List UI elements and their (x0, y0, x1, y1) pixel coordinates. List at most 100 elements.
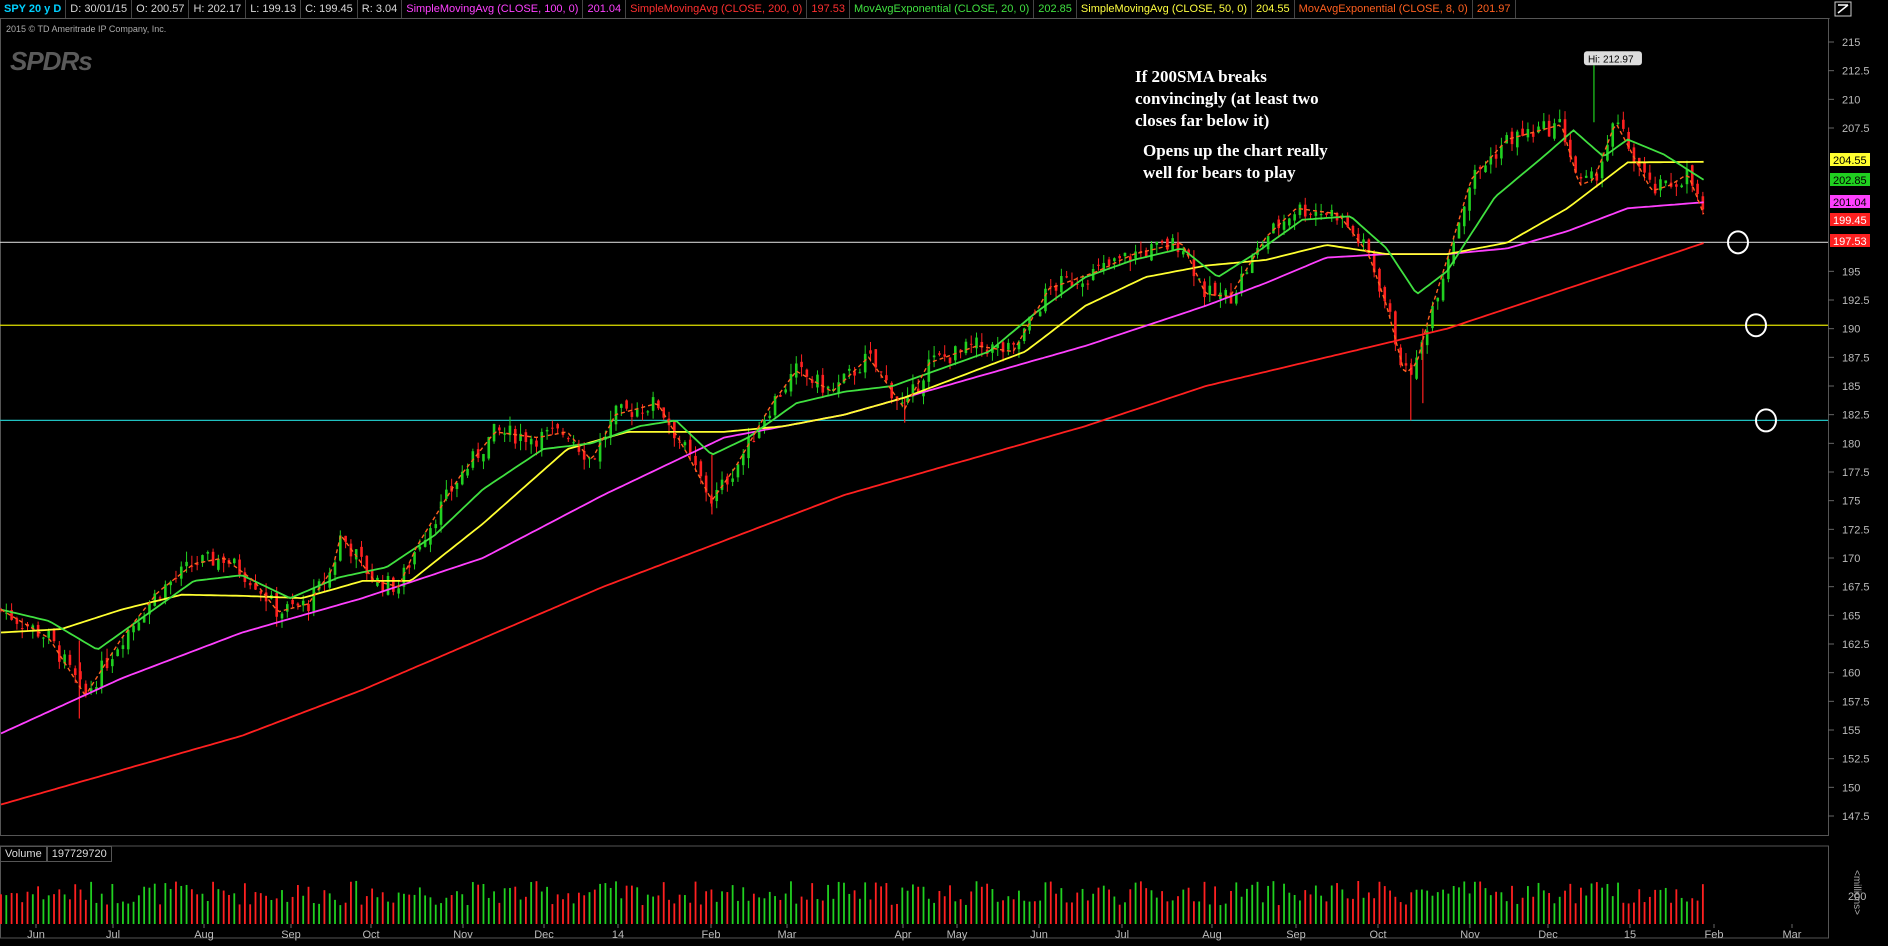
candle-body[interactable] (540, 431, 544, 450)
candle-body[interactable] (874, 349, 878, 368)
candle-body[interactable] (513, 429, 517, 444)
candle-body[interactable] (1309, 213, 1312, 215)
candle-body[interactable] (460, 471, 464, 485)
candle-body[interactable] (307, 604, 310, 612)
candle-body[interactable] (588, 458, 591, 460)
candle-body[interactable] (434, 524, 438, 529)
candle-body[interactable] (1388, 303, 1392, 312)
candle-body[interactable] (863, 353, 867, 373)
candle-body[interactable] (1648, 172, 1652, 180)
candle-body[interactable] (1547, 120, 1551, 137)
candle-body[interactable] (52, 629, 56, 642)
candle-body[interactable] (545, 429, 549, 432)
candle-body[interactable] (1441, 278, 1445, 301)
price-chart[interactable]: Hi: 212.97 147.5 150 152.5 155 157.5 160 162.5 1… (0, 18, 1888, 946)
candle-body[interactable] (185, 561, 188, 567)
candle-body[interactable] (1590, 171, 1593, 179)
candle-body[interactable] (969, 343, 973, 345)
candle-body[interactable] (280, 613, 284, 619)
candle-body[interactable] (1643, 162, 1646, 173)
candle-body[interactable] (206, 552, 210, 554)
candle-body[interactable] (1346, 216, 1349, 227)
candle-body[interactable] (1383, 287, 1387, 302)
candle-body[interactable] (487, 436, 491, 459)
candle-body[interactable] (551, 427, 554, 429)
candle-body[interactable] (503, 433, 506, 435)
candle-body[interactable] (524, 432, 528, 443)
candle-body[interactable] (20, 628, 24, 630)
candle-body[interactable] (1134, 251, 1137, 259)
candle-body[interactable] (847, 368, 851, 371)
candle-body[interactable] (84, 683, 88, 694)
candle-body[interactable] (688, 439, 692, 454)
candle-body[interactable] (1081, 283, 1084, 287)
candle-body[interactable] (816, 374, 819, 388)
candle-body[interactable] (1378, 268, 1381, 292)
candle-body[interactable] (1494, 154, 1498, 159)
candle-body[interactable] (68, 654, 72, 665)
candle-body[interactable] (1484, 165, 1487, 173)
candle-body[interactable] (1113, 258, 1116, 262)
candle-body[interactable] (529, 438, 533, 445)
candle-body[interactable] (1473, 169, 1477, 189)
candle-body[interactable] (800, 361, 803, 368)
candle-body[interactable] (747, 436, 750, 459)
candle-body[interactable] (386, 576, 390, 595)
candle-body[interactable] (360, 546, 363, 557)
candle-body[interactable] (572, 442, 575, 444)
candle-body[interactable] (1569, 139, 1572, 158)
candle-body[interactable] (943, 354, 947, 357)
candle-body[interactable] (752, 440, 756, 443)
candle-body[interactable] (1616, 122, 1620, 124)
candle-body[interactable] (116, 649, 119, 657)
candle-body[interactable] (344, 535, 347, 542)
candle-body[interactable] (121, 645, 125, 649)
candle-body[interactable] (285, 604, 289, 612)
candle-body[interactable] (1288, 218, 1291, 226)
candle-body[interactable] (1680, 185, 1683, 188)
candle-body[interactable] (397, 588, 400, 594)
candle-body[interactable] (879, 371, 883, 373)
candle-body[interactable] (1558, 119, 1562, 123)
candle-body[interactable] (296, 603, 300, 606)
candle-body[interactable] (1325, 213, 1328, 215)
candle-body[interactable] (1123, 252, 1127, 257)
candle-body[interactable] (164, 584, 167, 599)
candle-body[interactable] (1664, 180, 1668, 184)
candle-body[interactable] (593, 458, 597, 460)
candle-body[interactable] (620, 404, 623, 408)
candle-body[interactable] (47, 630, 51, 638)
candle-body[interactable] (1632, 147, 1636, 162)
candle-body[interactable] (784, 389, 787, 393)
candle-body[interactable] (195, 564, 199, 566)
candle-body[interactable] (1584, 175, 1588, 178)
candle-body[interactable] (73, 668, 77, 676)
candle-body[interactable] (837, 382, 840, 393)
candle-body[interactable] (1553, 123, 1556, 139)
candle-body[interactable] (566, 438, 570, 440)
candle-body[interactable] (1150, 244, 1153, 261)
candle-body[interactable] (1542, 121, 1546, 129)
candle-body[interactable] (179, 566, 183, 579)
candle-body[interactable] (42, 637, 45, 639)
candle-body[interactable] (922, 380, 925, 397)
candle-body[interactable] (248, 582, 252, 586)
candle-body[interactable] (646, 411, 650, 413)
candle-body[interactable] (1208, 285, 1212, 295)
candle-body[interactable] (1462, 206, 1466, 227)
candle-body[interactable] (1038, 311, 1042, 317)
candle-body[interactable] (694, 455, 697, 466)
candle-body[interactable] (1245, 272, 1249, 274)
candle-body[interactable] (217, 558, 220, 570)
candle-body[interactable] (1319, 214, 1323, 216)
candle-body[interactable] (1007, 342, 1010, 350)
candle-body[interactable] (1065, 276, 1068, 278)
candle-body[interactable] (222, 556, 225, 563)
candle-body[interactable] (1086, 283, 1090, 285)
candle-body[interactable] (826, 386, 830, 389)
candle-body[interactable] (948, 357, 952, 364)
candle-body[interactable] (1298, 204, 1302, 216)
candle-body[interactable] (768, 415, 772, 419)
drawing-tools-icon[interactable] (1834, 1, 1854, 17)
candle-body[interactable] (211, 551, 215, 566)
